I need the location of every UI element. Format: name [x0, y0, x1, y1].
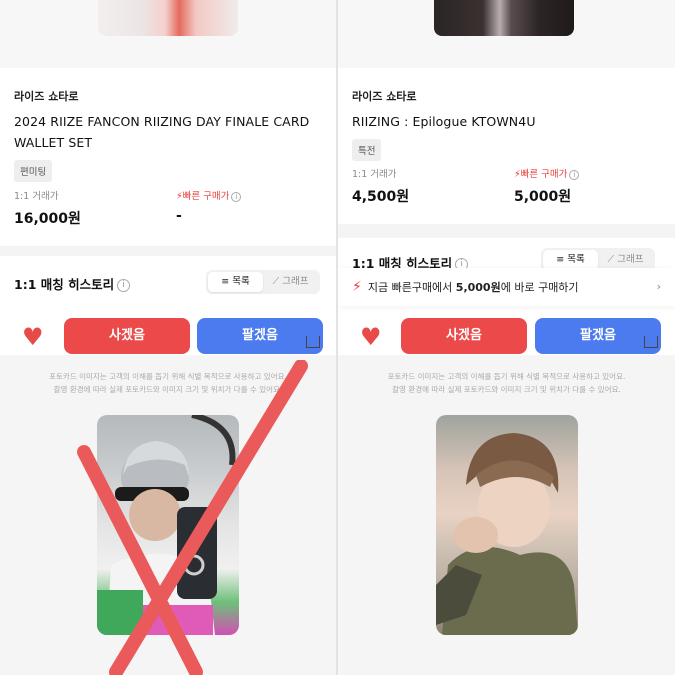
- trade-price: 1:1 거래가 4,500원: [352, 166, 409, 206]
- lightning-bolt-icon: ⚡: [176, 191, 183, 202]
- product-title: RIIZING : Epilogue KTOWN4U: [352, 114, 536, 129]
- buy-button[interactable]: 사겠음: [401, 318, 527, 354]
- heart-icon[interactable]: ♥: [360, 325, 386, 349]
- chevron-right-icon: ›: [656, 280, 661, 293]
- right-product-panel: 라이즈 쇼타로 RIIZING : Epilogue KTOWN4U 특전 1:…: [338, 0, 675, 675]
- view-toggle: ≡ 목록 ⟋ 그래프: [206, 270, 320, 294]
- tab-graph-label: 그래프: [282, 276, 309, 287]
- fast-price-label-row: ⚡빠른 구매가 i: [176, 188, 242, 202]
- banner-price: 5,000원: [455, 281, 501, 294]
- fast-price: ⚡빠른 구매가 i -: [176, 188, 242, 224]
- product-image-strip: [0, 0, 336, 68]
- product-title-line-2: WALLET SET: [14, 135, 93, 150]
- tab-graph-label: 그래프: [617, 254, 644, 265]
- trade-price-label: 1:1 거래가: [352, 169, 397, 180]
- photocard-image: [436, 415, 578, 635]
- category-tag: 특전: [352, 139, 382, 161]
- tab-list[interactable]: ≡ 목록: [208, 272, 263, 292]
- left-product-panel: 라이즈 쇼타로 2024 RIIZE FANCON RIIZING DAY FI…: [0, 0, 336, 675]
- expand-icon[interactable]: [306, 336, 320, 348]
- sell-button[interactable]: 팔겠음: [197, 318, 323, 354]
- trade-price-value: 16,000원: [14, 211, 81, 227]
- product-thumbnail[interactable]: [98, 0, 238, 36]
- info-circle-icon[interactable]: i: [117, 279, 131, 292]
- product-title: 2024 RIIZE FANCON RIIZING DAY FINALE CAR…: [14, 111, 322, 153]
- fast-price-label-row: ⚡빠른 구매가 i: [514, 166, 580, 180]
- trade-price-value: 4,500원: [352, 189, 410, 205]
- product-image-strip: [338, 0, 675, 68]
- info-circle-icon[interactable]: i: [569, 169, 580, 180]
- matching-history: 1:1 매칭 히스토리 i ≡ 목록 ⟋ 그래프 ♥ 사겠음 팔겠음: [0, 256, 336, 355]
- banner-text-prefix: 지금 빠른구매에서: [367, 281, 456, 294]
- history-title-row: 1:1 매칭 히스토리 i: [14, 274, 131, 293]
- artist-name: 라이즈 쇼타로: [352, 90, 417, 103]
- product-title-line-1: 2024 RIIZE FANCON RIIZING DAY FINALE CAR…: [14, 114, 310, 129]
- product-info: 라이즈 쇼타로 2024 RIIZE FANCON RIIZING DAY FI…: [0, 68, 336, 246]
- chart-icon: ⟋: [607, 254, 618, 265]
- lightning-bolt-icon: ⚡: [352, 279, 362, 295]
- photocard-illustration: [436, 433, 578, 635]
- tab-graph[interactable]: ⟋ 그래프: [263, 272, 318, 292]
- tab-list-label: 목록: [232, 276, 250, 287]
- fast-price-label: 빠른 구매가: [520, 169, 568, 180]
- photocard-notice: 포토카드 이미지는 고객의 이해를 돕기 위해 식별 목적으로 사용하고 있어요…: [358, 370, 655, 396]
- heart-icon[interactable]: ♥: [22, 325, 48, 349]
- tab-graph[interactable]: ⟋ 그래프: [598, 250, 653, 270]
- fast-buy-banner[interactable]: ⚡ 지금 빠른구매에서 5,000원에 바로 구매하기 ›: [338, 268, 675, 306]
- buy-button[interactable]: 사겠음: [64, 318, 190, 354]
- list-icon: ≡: [221, 276, 233, 287]
- banner-text-suffix: 에 바로 구매하기: [500, 281, 579, 294]
- trade-price-label: 1:1 거래가: [14, 191, 59, 202]
- list-icon: ≡: [556, 254, 568, 265]
- lightning-bolt-icon: ⚡: [514, 169, 521, 180]
- history-title: 1:1 매칭 히스토리: [14, 277, 115, 292]
- fast-price-value: 5,000원: [514, 189, 572, 205]
- chart-icon: ⟋: [272, 276, 283, 287]
- photocard-preview: 포토카드 이미지는 고객의 이해를 돕기 위해 식별 목적으로 사용하고 있어요…: [338, 355, 675, 675]
- notice-line-1: 포토카드 이미지는 고객의 이해를 돕기 위해 식별 목적으로 사용하고 있어요…: [387, 372, 626, 381]
- section-gap: [338, 224, 675, 238]
- fast-price-label: 빠른 구매가: [182, 191, 230, 202]
- expand-icon[interactable]: [644, 336, 658, 348]
- trade-price: 1:1 거래가 16,000원: [14, 188, 81, 228]
- rejected-cross-mark: [77, 360, 308, 675]
- fast-price: ⚡빠른 구매가 i 5,000원: [514, 166, 580, 206]
- info-circle-icon[interactable]: i: [231, 191, 242, 202]
- artist-name: 라이즈 쇼타로: [14, 90, 79, 103]
- section-gap: [0, 246, 336, 256]
- product-info: 라이즈 쇼타로 RIIZING : Epilogue KTOWN4U 특전 1:…: [338, 68, 675, 246]
- category-tag: 편미팅: [14, 160, 53, 182]
- tab-list[interactable]: ≡ 목록: [543, 250, 598, 270]
- sell-button[interactable]: 팔겠음: [535, 318, 661, 354]
- product-thumbnail[interactable]: [434, 0, 574, 36]
- tab-list-label: 목록: [567, 254, 585, 265]
- fast-price-value: -: [176, 208, 182, 224]
- notice-line-2: 촬영 환경에 따라 실제 포토카드와 이미지 크기 및 위치가 다를 수 있어요…: [392, 385, 621, 394]
